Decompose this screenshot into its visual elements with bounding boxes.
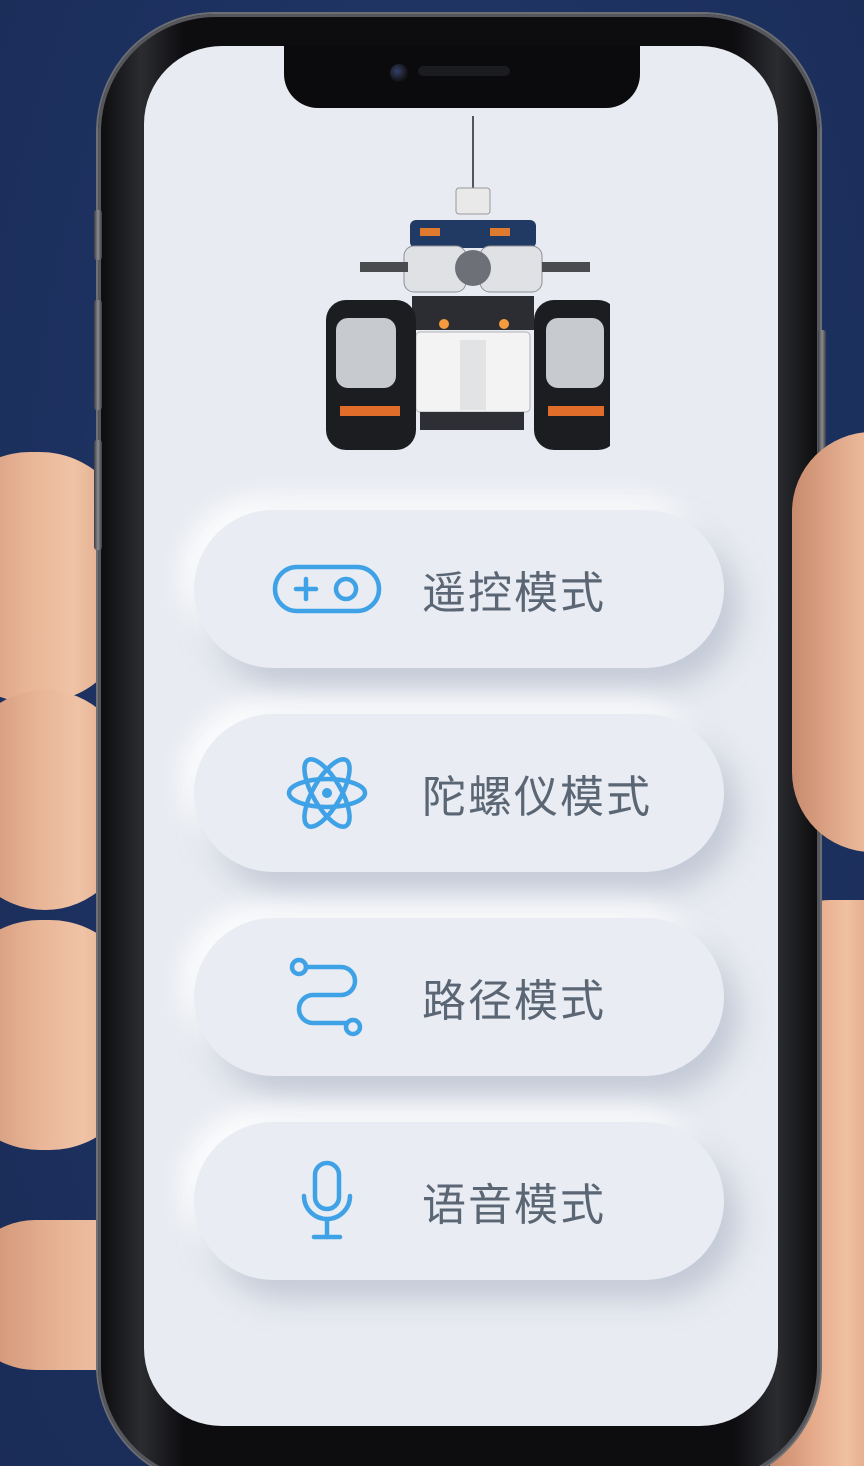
- gamepad-icon: [272, 544, 382, 634]
- phone-side-button: [94, 210, 102, 260]
- voice-mode-button[interactable]: 语音模式: [194, 1122, 724, 1280]
- phone-side-button: [94, 440, 102, 550]
- path-icon: [272, 952, 382, 1042]
- remote-control-mode-button[interactable]: 遥控模式: [194, 510, 724, 668]
- atom-icon: [272, 748, 382, 838]
- mode-label: 语音模式: [422, 1180, 606, 1231]
- path-mode-button[interactable]: 路径模式: [194, 918, 724, 1076]
- phone-notch: [284, 46, 640, 108]
- mode-label: 陀螺仪模式: [422, 772, 652, 823]
- phone-side-button: [94, 300, 102, 410]
- microphone-icon: [272, 1156, 382, 1246]
- mode-label: 路径模式: [422, 976, 606, 1027]
- gyroscope-mode-button[interactable]: 陀螺仪模式: [194, 714, 724, 872]
- robot-tank-image: [320, 110, 618, 460]
- right-thumb: [792, 432, 864, 852]
- product-photo: 遥控模式 陀螺仪模式 路径模式 语音模式: [0, 0, 864, 1466]
- phone-screen: 遥控模式 陀螺仪模式 路径模式 语音模式: [144, 46, 778, 1426]
- front-camera: [390, 64, 408, 82]
- mode-label: 遥控模式: [422, 568, 606, 619]
- mode-list: 遥控模式 陀螺仪模式 路径模式 语音模式: [194, 510, 724, 1326]
